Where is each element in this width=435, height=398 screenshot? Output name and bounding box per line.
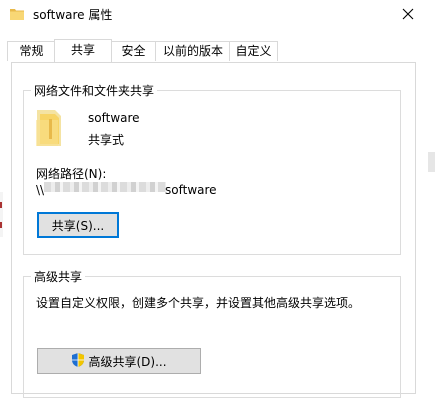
network-path-suffix: software <box>165 183 217 197</box>
close-button[interactable] <box>386 0 430 30</box>
advanced-share-button[interactable]: 高级共享(D)... <box>37 348 201 374</box>
background-window-edge <box>428 152 435 172</box>
folder-icon <box>33 107 67 149</box>
network-path-redacted <box>44 182 166 192</box>
title-bar: software 属性 <box>0 0 435 31</box>
background-window-mark <box>0 202 2 208</box>
tab-customize[interactable]: 自定义 <box>229 41 278 61</box>
network-path-prefix: \\ <box>36 183 45 197</box>
tab-strip: 常规 共享 安全 以前的版本 自定义 <box>7 39 427 63</box>
shared-item-status: 共享式 <box>88 133 125 147</box>
folder-icon <box>10 7 24 20</box>
tab-security[interactable]: 安全 <box>110 41 157 61</box>
shield-icon <box>71 352 85 371</box>
shared-item-name: software <box>88 111 140 125</box>
tab-previous-versions[interactable]: 以前的版本 <box>155 41 231 61</box>
window-title: software 属性 <box>33 8 113 22</box>
background-window-mark <box>0 222 2 228</box>
advanced-share-group-title: 高级共享 <box>31 268 86 285</box>
background-window-edge <box>0 192 3 237</box>
share-button[interactable]: 共享(S)... <box>37 212 119 238</box>
tab-general[interactable]: 常规 <box>7 41 56 61</box>
network-path-label: 网络路径(N): <box>36 167 107 181</box>
advanced-share-description: 设置自定义权限，创建多个共享，并设置其他高级共享选项。 <box>36 296 361 310</box>
close-icon <box>402 8 414 23</box>
tab-sharing[interactable]: 共享 <box>54 39 112 62</box>
network-share-group-title: 网络文件和文件夹共享 <box>31 82 158 99</box>
